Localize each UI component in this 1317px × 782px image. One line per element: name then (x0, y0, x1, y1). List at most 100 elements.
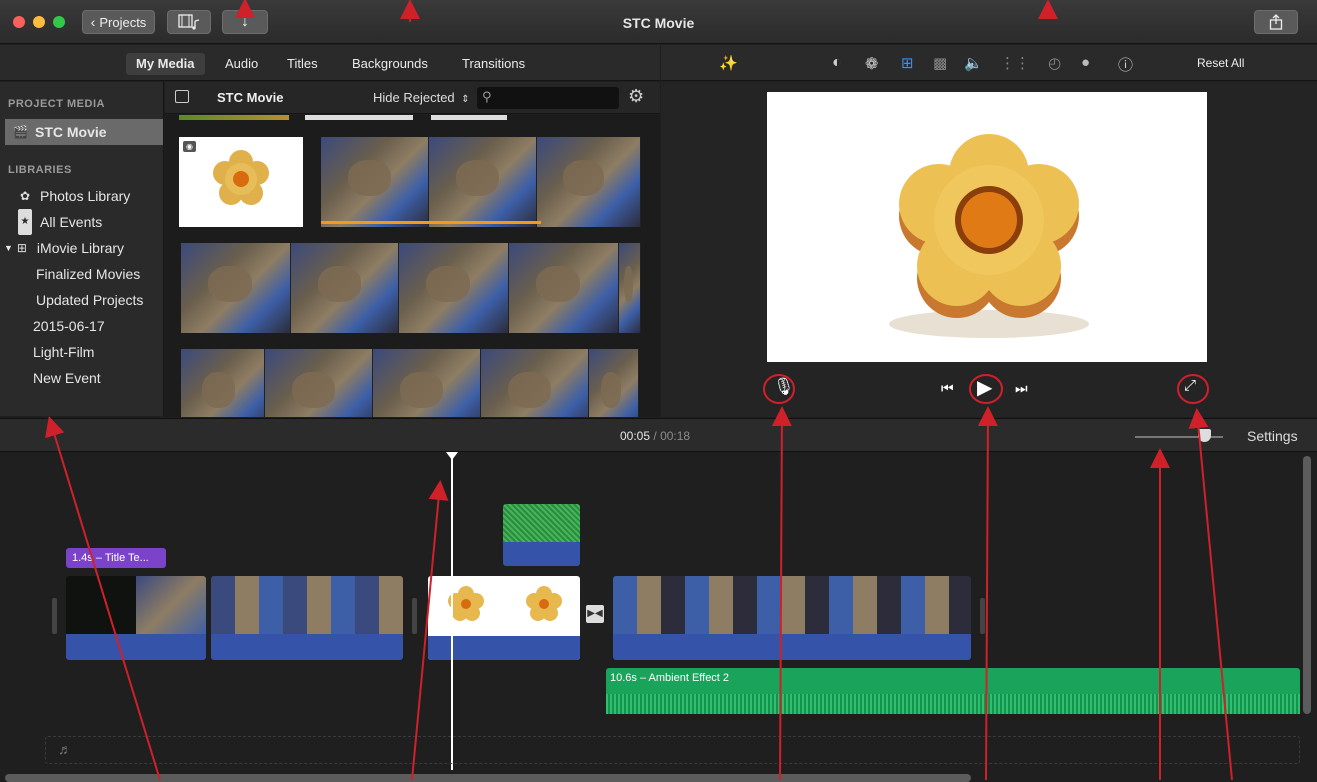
tab-my-media[interactable]: My Media (126, 53, 205, 75)
video-frame (66, 576, 136, 636)
timeline: 1.4s – Title Te... ▶◀ 10.6s – Ambient Ef… (0, 452, 1317, 782)
media-grid: ◉ (165, 115, 660, 417)
sidebar-item-imovie-library[interactable]: ▼ ⊞ iMovie Library (0, 235, 163, 261)
ambient-audio-clip[interactable]: 10.6s – Ambient Effect 2 (606, 668, 1300, 714)
adjustments-bar: ✨ ◐ ❁ ⊞ ▩ 🔈 ⋮⋮ ◴ ● ⓘ Reset All (661, 45, 1317, 81)
timeline-horizontal-scrollbar[interactable] (5, 774, 971, 782)
partial-clip-top[interactable] (305, 115, 413, 120)
search-icon: ⚲ (482, 89, 492, 104)
playback-controls: 🎙 ⏮ ▶ ⏭ ⤢ (661, 370, 1317, 410)
audio-waveform (66, 634, 206, 660)
timecode-total: 00:18 (660, 429, 691, 443)
background-music-well[interactable]: ♬ (45, 736, 1300, 764)
reset-all-button[interactable]: Reset All (1197, 56, 1244, 70)
share-icon (1269, 14, 1283, 30)
sidebar-item-all-events[interactable]: ★ All Events (0, 209, 163, 235)
play-icon[interactable]: ▶ (977, 375, 992, 400)
timeline-settings-button[interactable]: Settings (1247, 428, 1298, 444)
media-browser-title: STC Movie (217, 90, 284, 105)
sidebar-item-label: All Events (40, 214, 103, 230)
libraries-header: LIBRARIES (8, 164, 72, 176)
media-browser-header: STC Movie Hide Rejected ⇕ ⚲ ⚙ (165, 82, 660, 114)
sidebar-item-light-film[interactable]: Light-Film (0, 339, 163, 365)
sidebar-item-label: STC Movie (35, 124, 107, 140)
video-preview (767, 92, 1207, 362)
audio-clip-label: 10.6s – Ambient Effect 2 (610, 672, 730, 684)
partial-clip-top[interactable] (179, 115, 289, 120)
cookie-thumbnail-image (213, 150, 269, 205)
skip-forward-icon[interactable]: ⏭ (1015, 380, 1028, 397)
filter-icon[interactable]: ● (1081, 54, 1090, 71)
cat-video-clip[interactable] (181, 349, 639, 417)
video-frame (321, 137, 429, 227)
cutaway-clip[interactable] (503, 504, 580, 566)
video-frame (211, 576, 403, 636)
sidebar-toggle-icon[interactable] (175, 90, 189, 103)
music-note-icon: ♬ (58, 741, 72, 757)
filter-label: Hide Rejected (373, 90, 455, 105)
tab-audio[interactable]: Audio (215, 53, 268, 75)
hide-rejected-select[interactable]: Hide Rejected ⇕ (373, 90, 470, 105)
video-clip[interactable] (66, 576, 206, 660)
title-bar: ‹ Projects ↓ STC Movie (0, 0, 1317, 44)
video-frame (429, 137, 537, 227)
color-palette-icon[interactable]: ❁ (865, 54, 878, 74)
video-frame (291, 243, 399, 333)
color-balance-icon[interactable]: ◐ (832, 54, 842, 72)
info-icon[interactable]: ⓘ (1118, 54, 1133, 75)
sidebar-item-new-event[interactable]: New Event (0, 365, 163, 391)
cookie-photo-thumbnail[interactable]: ◉ (179, 137, 303, 227)
video-clip[interactable] (613, 576, 971, 660)
used-media-indicator (321, 221, 541, 224)
share-button[interactable] (1254, 10, 1298, 34)
stabilize-icon[interactable]: ▩ (933, 54, 947, 72)
transition-icon[interactable]: ▶◀ (586, 605, 604, 623)
chevron-updown-icon: ⇕ (461, 94, 470, 105)
clip-handle[interactable] (412, 598, 417, 634)
clapperboard-icon: 🎬 (13, 125, 28, 139)
playhead[interactable] (451, 456, 453, 770)
search-input[interactable]: ⚲ (477, 87, 619, 109)
sidebar-item-updated-projects[interactable]: Updated Projects (0, 287, 163, 313)
cat-video-clip[interactable] (181, 243, 641, 333)
cat-video-clip[interactable] (321, 137, 641, 227)
video-frame (537, 137, 641, 227)
timeline-zoom-knob[interactable] (1198, 429, 1211, 442)
star-icon: ★ (18, 209, 32, 235)
cookie-preview-image (889, 134, 1089, 338)
sidebar-item-label: Photos Library (40, 188, 131, 204)
audio-waveform (211, 634, 403, 660)
video-frame (509, 243, 619, 333)
video-frame (136, 576, 206, 636)
grid-icon: ⊞ (16, 241, 27, 255)
video-frame (181, 243, 291, 333)
title-clip[interactable]: 1.4s – Title Te... (66, 548, 166, 568)
sidebar-item-stc-movie[interactable]: 🎬 STC Movie (5, 119, 163, 145)
partial-clip-top[interactable] (431, 115, 507, 120)
clip-handle-left[interactable] (52, 598, 57, 634)
tab-backgrounds[interactable]: Backgrounds (342, 53, 438, 75)
magic-wand-icon[interactable]: ✨ (719, 54, 738, 72)
speed-icon[interactable]: ◴ (1048, 54, 1061, 72)
sidebar-item-finalized-movies[interactable]: Finalized Movies (0, 261, 163, 287)
browser-tab-bar: My Media Audio Titles Backgrounds Transi… (0, 45, 660, 81)
video-frame (181, 349, 265, 417)
gear-icon[interactable]: ⚙ (628, 86, 644, 107)
microphone-icon[interactable]: 🎙 (773, 377, 795, 397)
disclosure-triangle-icon[interactable]: ▼ (4, 235, 13, 261)
tab-titles[interactable]: Titles (277, 53, 328, 75)
sidebar-item-event-2015-06-17[interactable]: 2015-06-17 (0, 313, 163, 339)
sidebar-item-photos-library[interactable]: ✿ Photos Library (0, 183, 163, 209)
window-title: STC Movie (622, 15, 695, 31)
crop-icon[interactable]: ⊞ (901, 54, 914, 72)
volume-icon[interactable]: 🔈 (964, 54, 983, 72)
video-clip[interactable] (211, 576, 403, 660)
photos-icon: ✿ (19, 189, 31, 203)
fullscreen-icon[interactable]: ⤢ (1184, 377, 1196, 394)
video-frame (265, 349, 373, 417)
clip-handle-right[interactable] (980, 598, 985, 634)
timeline-vertical-scrollbar[interactable] (1303, 456, 1311, 714)
equalizer-icon[interactable]: ⋮⋮ (1000, 54, 1030, 72)
tab-transitions[interactable]: Transitions (452, 53, 535, 75)
skip-back-icon[interactable]: ⏮ (941, 380, 954, 397)
